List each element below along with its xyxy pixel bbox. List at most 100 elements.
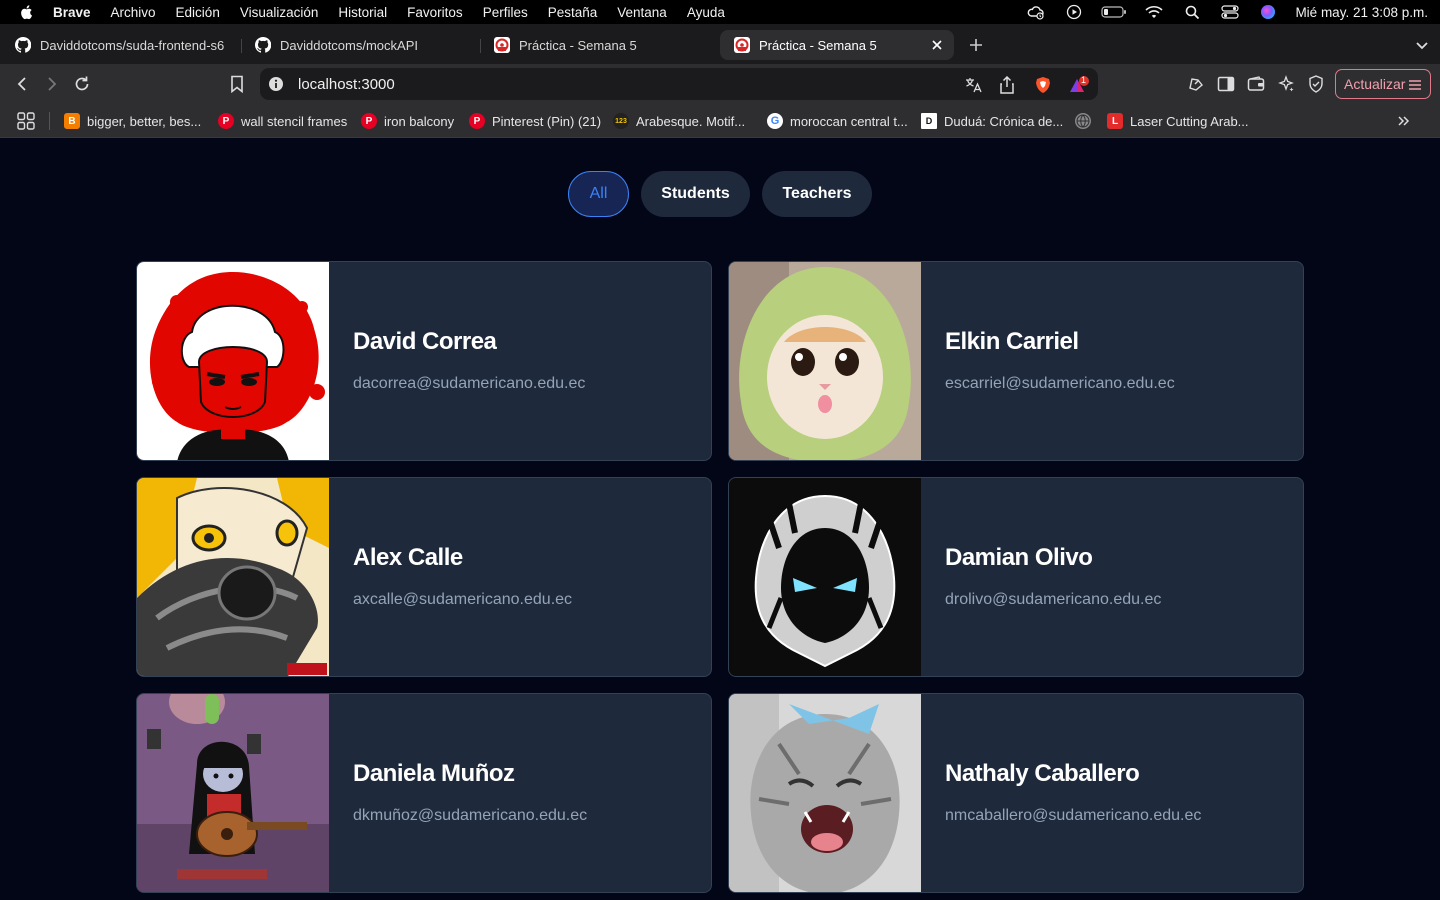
menu-app-name[interactable]: Brave bbox=[53, 5, 91, 20]
github-icon bbox=[15, 37, 31, 53]
hamburger-menu-icon bbox=[1408, 78, 1422, 92]
menu-favoritos[interactable]: Favoritos bbox=[407, 5, 463, 20]
update-button[interactable]: Actualizar bbox=[1335, 69, 1431, 99]
menubar-clock[interactable]: Mié may. 21 3:08 p.m. bbox=[1295, 5, 1428, 20]
tab-suda-frontend[interactable]: Daviddotcoms/suda-frontend-s6 bbox=[1, 30, 239, 60]
filter-all-button[interactable]: All bbox=[568, 171, 629, 217]
bookmark-item-9[interactable]: L Laser Cutting Arab... bbox=[1107, 112, 1249, 130]
browser-tab-strip: Daviddotcoms/suda-frontend-s6 Daviddotco… bbox=[0, 24, 1440, 64]
browser-toolbar: localhost:3000 1 Actualizar bbox=[0, 64, 1440, 104]
bookmark-label: wall stencil frames bbox=[241, 113, 348, 129]
bookmark-item-7[interactable]: D Duduá: Crónica de... bbox=[921, 112, 1063, 130]
person-name: Daniela Muñoz bbox=[353, 760, 515, 787]
anime-blonde-automail-avatar bbox=[137, 478, 329, 676]
forward-arrow-icon[interactable] bbox=[42, 74, 62, 94]
person-name: Elkin Carriel bbox=[945, 328, 1079, 355]
tab-title: Daviddotcoms/mockAPI bbox=[280, 37, 418, 53]
menu-ventana[interactable]: Ventana bbox=[617, 5, 667, 20]
menu-visualizacion[interactable]: Visualización bbox=[240, 5, 319, 20]
tab-practica-1[interactable]: Práctica - Semana 5 bbox=[480, 30, 718, 60]
bookmark-item-4[interactable]: P Pinterest (Pin) (21) bbox=[469, 112, 601, 130]
bookmark-item-8[interactable] bbox=[1075, 112, 1098, 130]
person-email: dacorrea@sudamericano.edu.ec bbox=[353, 375, 586, 392]
siri-icon[interactable] bbox=[1257, 4, 1279, 20]
menu-edicion[interactable]: Edición bbox=[176, 5, 220, 20]
person-name: David Correa bbox=[353, 328, 497, 355]
control-center-icon[interactable] bbox=[1219, 4, 1241, 20]
bookmark-item-2[interactable]: P wall stencil frames bbox=[218, 112, 347, 130]
brave-shields-icon[interactable] bbox=[1034, 76, 1052, 94]
site-info-icon[interactable] bbox=[268, 76, 284, 92]
pinterest-icon: P bbox=[218, 113, 234, 129]
menu-archivo[interactable]: Archivo bbox=[111, 5, 156, 20]
menu-pestana[interactable]: Pestaña bbox=[548, 5, 598, 20]
spotlight-search-icon[interactable] bbox=[1181, 4, 1203, 20]
back-arrow-icon[interactable] bbox=[12, 74, 32, 94]
translate-icon[interactable] bbox=[964, 76, 982, 94]
wifi-icon[interactable] bbox=[1143, 4, 1165, 20]
sidebar-toggle-icon[interactable] bbox=[1216, 74, 1236, 94]
globe-icon bbox=[1075, 113, 1091, 129]
share-icon[interactable] bbox=[998, 76, 1016, 94]
weather-icon[interactable] bbox=[1025, 4, 1047, 20]
person-email: escarriel@sudamericano.edu.ec bbox=[945, 375, 1175, 392]
update-button-label: Actualizar bbox=[1344, 76, 1406, 92]
macos-menu-bar: Brave Archivo Edición Visualización Hist… bbox=[0, 0, 1440, 24]
brave-rewards-icon[interactable]: 1 bbox=[1068, 75, 1090, 94]
bookmark-item-5[interactable]: 123 Arabesque. Motif... bbox=[613, 112, 745, 130]
person-card[interactable]: Damian Olivo drolivo@sudamericano.edu.ec bbox=[728, 477, 1304, 677]
menu-historial[interactable]: Historial bbox=[338, 5, 387, 20]
bookmark-label: iron balcony bbox=[384, 113, 455, 129]
person-card[interactable]: David Correa dacorrea@sudamericano.edu.e… bbox=[136, 261, 712, 461]
bookmark-label: Duduá: Crónica de... bbox=[944, 113, 1064, 129]
person-card[interactable]: Daniela Muñoz dkmuñoz@sudamericano.edu.e… bbox=[136, 693, 712, 893]
bookmark-item-1[interactable]: B bigger, better, bes... bbox=[64, 112, 201, 130]
filter-students-button[interactable]: Students bbox=[641, 171, 750, 217]
sparkle-ai-icon[interactable] bbox=[1276, 74, 1296, 94]
address-bar[interactable]: localhost:3000 1 bbox=[260, 68, 1098, 100]
hooded-moon-knight-avatar bbox=[729, 478, 921, 676]
tab-search-chevron-icon[interactable] bbox=[1413, 36, 1431, 54]
reload-icon[interactable] bbox=[72, 74, 92, 94]
leo-ai-icon[interactable] bbox=[1186, 74, 1206, 94]
person-name: Nathaly Caballero bbox=[945, 760, 1140, 787]
close-tab-icon[interactable] bbox=[930, 38, 944, 52]
bookmark-icon[interactable] bbox=[227, 74, 247, 94]
menu-perfiles[interactable]: Perfiles bbox=[483, 5, 528, 20]
person-email: dkmuñoz@sudamericano.edu.ec bbox=[353, 807, 588, 824]
person-card[interactable]: Alex Calle axcalle@sudamericano.edu.ec bbox=[136, 477, 712, 677]
new-tab-plus-icon[interactable] bbox=[967, 36, 985, 54]
bookmark-item-3[interactable]: P iron balcony bbox=[361, 112, 454, 130]
tab-title: Daviddotcoms/suda-frontend-s6 bbox=[40, 37, 225, 53]
play-circle-icon[interactable] bbox=[1063, 4, 1085, 20]
bookmark-label: bigger, better, bes... bbox=[87, 113, 202, 129]
tab-title: Práctica - Semana 5 bbox=[519, 37, 637, 53]
filter-teachers-button[interactable]: Teachers bbox=[762, 171, 872, 217]
battery-icon[interactable] bbox=[1101, 4, 1127, 20]
person-card[interactable]: Elkin Carriel escarriel@sudamericano.edu… bbox=[728, 261, 1304, 461]
blogger-icon: B bbox=[64, 113, 80, 129]
menu-ayuda[interactable]: Ayuda bbox=[687, 5, 725, 20]
vpn-shield-icon[interactable] bbox=[1306, 74, 1326, 94]
pinterest-icon: P bbox=[469, 113, 485, 129]
person-email: drolivo@sudamericano.edu.ec bbox=[945, 591, 1162, 608]
laser-site-icon: L bbox=[1107, 113, 1123, 129]
tab-title: Práctica - Semana 5 bbox=[759, 37, 877, 53]
pinterest-icon: P bbox=[361, 113, 377, 129]
person-card[interactable]: Nathaly Caballero nmcaballero@sudamerica… bbox=[728, 693, 1304, 893]
tab-practica-active[interactable]: Práctica - Semana 5 bbox=[720, 30, 954, 60]
bookmark-item-6[interactable]: G moroccan central t... bbox=[767, 112, 908, 130]
apple-logo-icon[interactable] bbox=[19, 4, 35, 20]
tab-mockapi[interactable]: Daviddotcoms/mockAPI bbox=[241, 30, 479, 60]
red-anime-character-avatar bbox=[137, 262, 329, 460]
bookmark-label: Laser Cutting Arab... bbox=[1130, 113, 1249, 129]
react-logo-icon bbox=[494, 37, 510, 53]
github-icon bbox=[255, 37, 271, 53]
url-text[interactable]: localhost:3000 bbox=[298, 76, 395, 93]
apps-grid-icon[interactable] bbox=[17, 112, 35, 130]
wallet-icon[interactable] bbox=[1246, 74, 1266, 94]
person-email: nmcaballero@sudamericano.edu.ec bbox=[945, 807, 1202, 824]
bookmarks-divider bbox=[49, 112, 50, 130]
bookmark-label: moroccan central t... bbox=[790, 113, 908, 129]
more-bookmarks-chevron-icon[interactable] bbox=[1396, 113, 1412, 129]
